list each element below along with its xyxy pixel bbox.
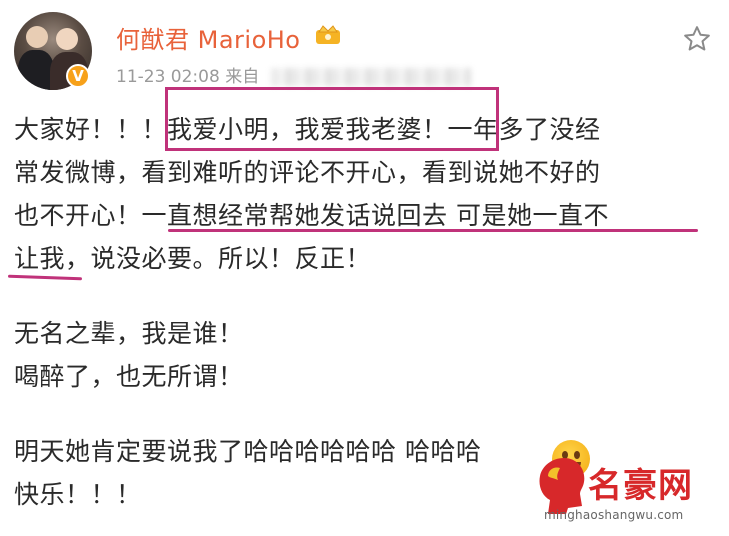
- post-line: 常发微博，看到难听的评论不开心，看到说她不好的: [14, 158, 601, 187]
- watermark: 名豪网 minghaoshangwu.com: [534, 452, 724, 532]
- post-timestamp: 11-23 02:08: [116, 67, 220, 87]
- post-line: 无名之辈，我是谁！: [14, 319, 244, 348]
- highlight-underline: [168, 229, 698, 232]
- username[interactable]: 何猷君 MarioHo: [116, 20, 301, 55]
- star-outline-icon[interactable]: [682, 24, 712, 54]
- post-line: 喝醉了，也无所谓！: [14, 362, 244, 391]
- post-meta: 11-23 02:08 来自: [116, 62, 471, 87]
- blurred-source: [270, 68, 471, 86]
- post-source: 来自: [225, 67, 260, 87]
- watermark-brand: 名豪网: [588, 466, 693, 506]
- verified-badge-icon: V: [66, 64, 90, 88]
- crown-member-icon: [316, 25, 340, 44]
- highlight-box: [165, 87, 499, 151]
- head-silhouette-icon: [539, 458, 585, 514]
- watermark-url: minghaoshangwu.com: [544, 508, 684, 522]
- post-line: 让我，说没必要。所以！反正！: [14, 244, 372, 273]
